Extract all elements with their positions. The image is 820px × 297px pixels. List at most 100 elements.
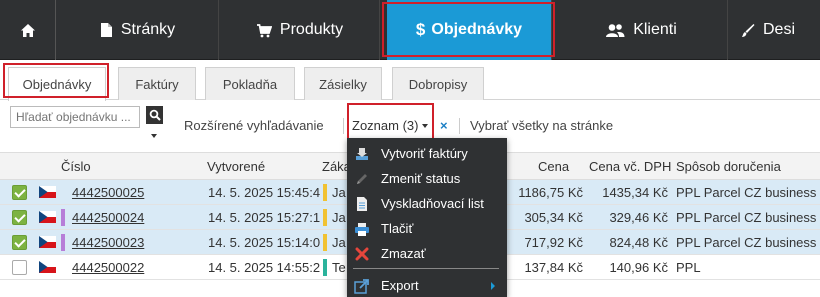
tab-invoices[interactable]: Faktúry [118,67,196,100]
pencil-icon [354,171,370,187]
customer-color-tag [323,234,327,251]
column-price-vat[interactable]: Cena vč. DPH [589,159,671,174]
orders-page: Stránky Produkty $ Objednávky Klienti De… [0,0,820,297]
customer-color-tag [323,184,327,201]
order-created: 14. 5. 2025 15:14:07 [208,235,320,250]
order-customer: Ja [332,210,346,225]
toolbar-divider [459,118,460,134]
menu-item-export[interactable]: Export [347,273,507,297]
tab-credit-notes-label: Dobropisy [408,76,468,92]
order-delivery: PPL [676,260,701,275]
tab-shipments[interactable]: Zásielky [304,67,382,100]
menu-item-label: Vytvoriť faktúry [381,146,468,161]
order-number-link[interactable]: 4442500024 [72,210,144,225]
row-checkbox[interactable] [12,185,27,200]
column-number[interactable]: Číslo [61,159,91,174]
column-created[interactable]: Vytvorené [207,159,265,174]
nav-pages-label: Stránky [120,21,176,38]
order-delivery: PPL Parcel CZ business - [676,185,820,200]
menu-item-picking-list[interactable]: Vyskladňovací list [347,191,507,216]
brush-icon [742,23,755,37]
tab-credit-notes[interactable]: Dobropisy [392,67,484,100]
order-color-tag [61,259,65,276]
file-icon [100,23,112,37]
order-created: 14. 5. 2025 15:45:48 [208,185,320,200]
nav-products[interactable]: Produkty [220,0,380,60]
order-customer: Te [332,260,346,275]
menu-item-create-invoices[interactable]: Vytvoriť faktúry [347,141,507,166]
list-actions-menu: Vytvoriť faktúry Zmeniť status Vyskladňo… [347,138,507,297]
document-icon [354,196,370,212]
order-number-link[interactable]: 4442500022 [72,260,144,275]
menu-item-label: Tlačiť [381,221,414,236]
order-color-tag [61,209,65,226]
menu-item-label: Export [381,278,419,293]
cart-icon [256,23,272,37]
clear-list-button[interactable]: × [440,118,448,133]
order-price-vat: 824,48 Kč [609,235,668,250]
order-created: 14. 5. 2025 14:55:29 [208,260,320,275]
nav-clients[interactable]: Klienti [555,0,728,60]
nav-pages[interactable]: Stránky [57,0,219,60]
order-price-vat: 1435,34 Kč [602,185,668,200]
czech-flag-icon [39,211,56,223]
column-delivery[interactable]: Spôsob doručenia [676,159,781,174]
menu-item-print[interactable]: Tlačiť [347,216,507,241]
search-input[interactable] [16,110,136,124]
invoice-icon [354,146,370,162]
row-checkbox[interactable] [12,210,27,225]
czech-flag-icon [39,236,56,248]
search-box [10,106,140,128]
nav-design[interactable]: Desi [729,0,820,60]
tab-cash-register-label: Pokladňa [222,76,278,92]
order-price: 137,84 Kč [524,260,583,275]
search-options-caret-icon[interactable] [151,134,157,138]
users-icon [606,23,625,37]
nav-clients-label: Klienti [633,21,677,38]
customer-color-tag [323,209,327,226]
column-price[interactable]: Cena [538,159,569,174]
order-price-vat: 329,46 Kč [609,210,668,225]
order-color-tag [61,234,65,251]
order-price: 1186,75 Kč [518,185,583,200]
sub-tabs: Objednávky Faktúry Pokladňa Zásielky Dob… [0,60,820,101]
top-navigation: Stránky Produkty $ Objednávky Klienti De… [0,0,820,60]
menu-divider [353,268,499,269]
order-created: 14. 5. 2025 15:27:17 [208,210,320,225]
nav-orders-highlight [382,2,555,57]
order-delivery: PPL Parcel CZ business - [676,235,820,250]
select-all-on-page-link[interactable]: Vybrať všetky na stránke [470,118,613,133]
order-delivery: PPL Parcel CZ business - [676,210,820,225]
czech-flag-icon [39,261,56,273]
row-checkbox[interactable] [12,235,27,250]
row-checkbox[interactable] [12,260,27,275]
delete-icon [354,246,370,262]
menu-item-label: Vyskladňovací list [381,196,484,211]
tab-orders-highlight [3,63,109,98]
tab-invoices-label: Faktúry [135,76,179,92]
order-number-link[interactable]: 4442500023 [72,235,144,250]
advanced-search-link[interactable]: Rozšírené vyhľadávanie [184,118,324,133]
order-customer: Ja [332,235,346,250]
nav-home[interactable] [0,0,56,60]
menu-item-delete[interactable]: Zmazať [347,241,507,266]
nav-products-label: Produkty [279,21,344,38]
print-icon [354,221,370,237]
toolbar-divider [343,118,344,134]
tab-shipments-label: Zásielky [319,76,367,92]
list-dropdown-highlight [347,103,434,141]
tab-cash-register[interactable]: Pokladňa [205,67,295,100]
order-price-vat: 140,96 Kč [609,260,668,275]
czech-flag-icon [39,186,56,198]
order-price: 305,34 Kč [524,210,583,225]
order-color-tag [61,184,65,201]
export-icon [354,278,370,294]
order-price: 717,92 Kč [524,235,583,250]
order-number-link[interactable]: 4442500025 [72,185,144,200]
menu-item-change-status[interactable]: Zmeniť status [347,166,507,191]
customer-color-tag [323,259,327,276]
search-button[interactable] [146,106,163,124]
nav-design-label: Desi [763,21,796,38]
search-icon [149,109,161,121]
chevron-right-icon [491,281,495,290]
